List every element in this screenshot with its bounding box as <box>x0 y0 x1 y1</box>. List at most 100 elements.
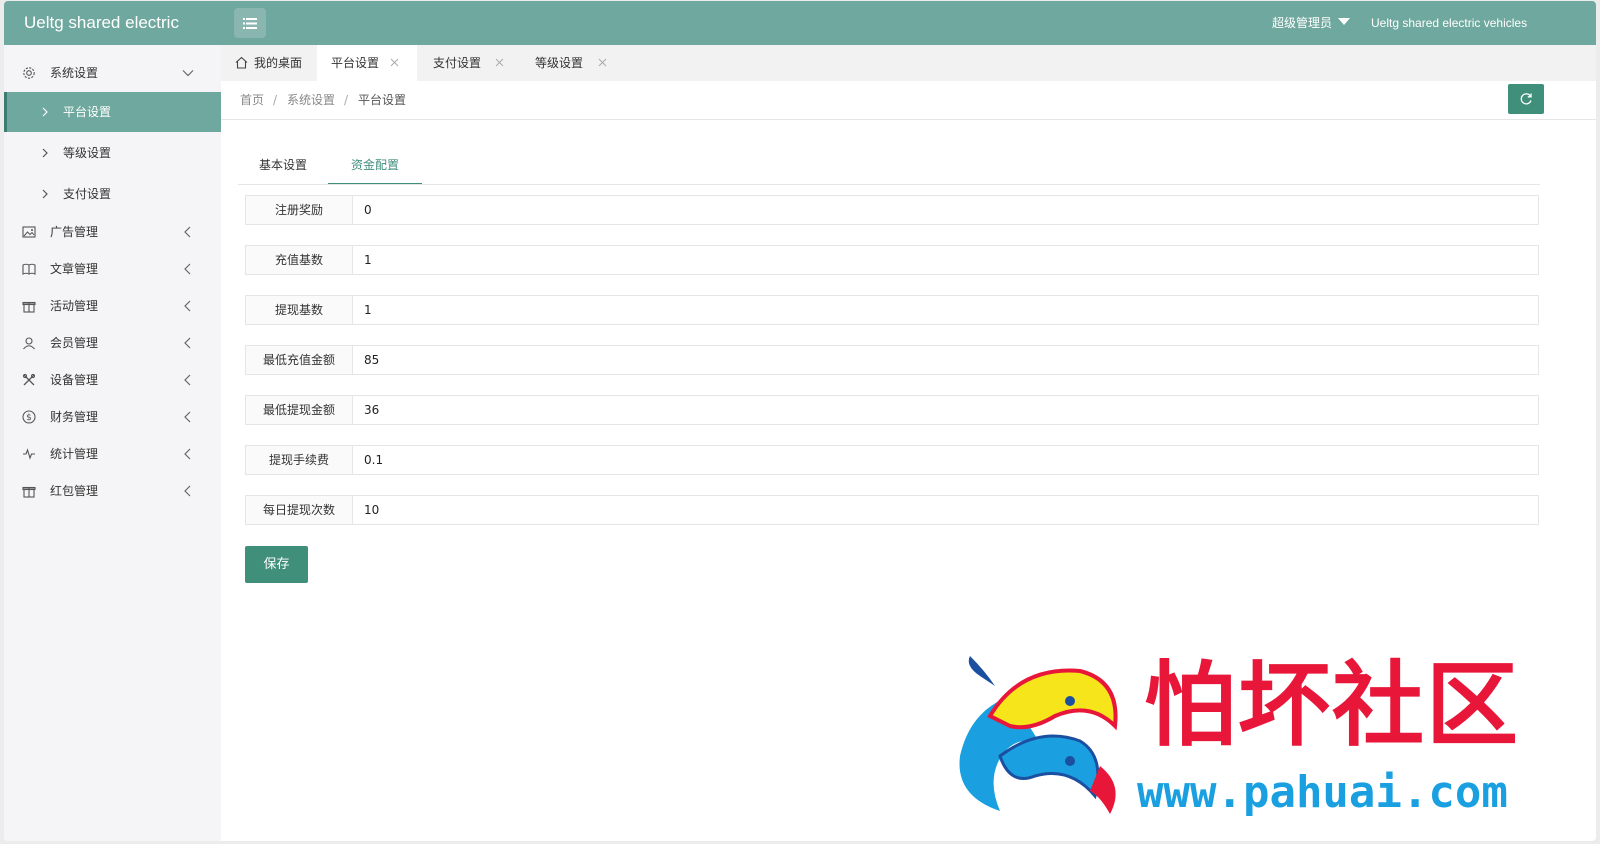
form-row-withdraw-base: 提现基数 <box>245 295 1539 325</box>
sidebar-item-level-settings[interactable]: 等级设置 <box>4 133 221 173</box>
sidebar-group-label: 红包管理 <box>50 484 99 498</box>
user-role-label: 超级管理员 <box>1272 16 1333 30</box>
field-label: 提现手续费 <box>246 446 353 474</box>
top-bar: Ueltg shared electric 超级管理员 Ueltg shared… <box>4 1 1596 45</box>
sidebar-group-label: 财务管理 <box>50 410 99 424</box>
sidebar-group-label: 设备管理 <box>50 373 99 387</box>
field-label: 充值基数 <box>246 246 353 274</box>
withdraw-base-input[interactable] <box>354 296 1538 324</box>
sidebar-group-label: 系统设置 <box>50 66 99 80</box>
sidebar-group-finance-management[interactable]: $ 财务管理 <box>4 399 221 436</box>
field-label: 每日提现次数 <box>246 496 353 524</box>
sidebar: 系统设置 平台设置 等级设置 支付设置 广告管理 文章管理 活动管理 会员管理 … <box>4 45 221 841</box>
breadcrumb-separator: / <box>344 93 349 107</box>
field-label: 最低充值金额 <box>246 346 353 374</box>
field-label: 最低提现金额 <box>246 396 353 424</box>
tab-platform-settings[interactable]: 平台设置 <box>317 45 417 81</box>
min-withdraw-input[interactable] <box>354 396 1538 424</box>
daily-withdraw-count-input[interactable] <box>354 496 1538 524</box>
tab-label: 支付设置 <box>433 56 482 70</box>
gift-icon <box>22 486 36 498</box>
caret-down-icon <box>1338 18 1351 25</box>
breadcrumb-current: 平台设置 <box>358 93 407 107</box>
close-icon[interactable] <box>598 58 607 67</box>
chevron-left-icon <box>184 448 191 460</box>
watermark-url: www.pahuai.com <box>1137 767 1508 818</box>
chevron-left-icon <box>184 226 191 238</box>
chevron-right-icon <box>42 107 48 117</box>
sidebar-group-label: 广告管理 <box>50 225 99 239</box>
sidebar-group-label: 活动管理 <box>50 299 99 313</box>
chevron-right-icon <box>42 148 48 158</box>
tab-label: 等级设置 <box>535 56 584 70</box>
sidebar-item-platform-settings[interactable]: 平台设置 <box>4 92 221 132</box>
sidebar-group-ad-management[interactable]: 广告管理 <box>4 214 221 251</box>
brand-title: Ueltg shared electric <box>24 13 179 32</box>
close-icon[interactable] <box>495 58 504 67</box>
tab-my-desktop[interactable]: 我的桌面 <box>221 45 317 81</box>
pulse-icon <box>23 448 35 460</box>
sidebar-group-red-packet-management[interactable]: 红包管理 <box>4 473 221 510</box>
sidebar-group-device-management[interactable]: 设备管理 <box>4 362 221 399</box>
sidebar-group-statistics-management[interactable]: 统计管理 <box>4 436 221 473</box>
image-icon <box>22 226 36 238</box>
sidebar-item-label: 等级设置 <box>63 146 112 160</box>
form-row-withdraw-fee: 提现手续费 <box>245 445 1539 475</box>
chevron-left-icon <box>184 300 191 312</box>
withdraw-fee-input[interactable] <box>354 446 1538 474</box>
tab-label: 平台设置 <box>331 56 380 70</box>
field-label: 注册奖励 <box>246 196 353 224</box>
sidebar-group-label: 文章管理 <box>50 262 99 276</box>
menu-toggle-button[interactable] <box>234 8 266 38</box>
refresh-button[interactable] <box>1508 84 1544 114</box>
tab-level-settings[interactable]: 等级设置 <box>521 45 621 81</box>
user-icon <box>23 337 35 350</box>
sidebar-item-payment-settings[interactable]: 支付设置 <box>4 174 221 214</box>
form-row-min-withdraw: 最低提现金额 <box>245 395 1539 425</box>
tools-icon <box>22 373 36 386</box>
save-button[interactable]: 保存 <box>245 546 308 583</box>
sidebar-group-activity-management[interactable]: 活动管理 <box>4 288 221 325</box>
home-icon <box>235 56 248 69</box>
sidebar-group-article-management[interactable]: 文章管理 <box>4 251 221 288</box>
chevron-left-icon <box>184 485 191 497</box>
chevron-left-icon <box>184 411 191 423</box>
hamburger-icon <box>243 17 257 29</box>
breadcrumb-separator: / <box>273 93 278 107</box>
chevron-left-icon <box>184 337 191 349</box>
app-window: Ueltg shared electric 超级管理员 Ueltg shared… <box>4 1 1596 841</box>
recharge-base-input[interactable] <box>354 246 1538 274</box>
form-row-recharge-base: 充值基数 <box>245 245 1539 275</box>
breadcrumb-home[interactable]: 首页 <box>240 81 264 119</box>
chevron-left-icon <box>184 263 191 275</box>
sidebar-group-system-settings[interactable]: 系统设置 <box>4 55 221 92</box>
site-name-link[interactable]: Ueltg shared electric vehicles <box>1371 1 1527 45</box>
sidebar-item-label: 平台设置 <box>63 105 112 119</box>
dollar-icon: $ <box>22 410 36 424</box>
form-row-register-reward: 注册奖励 <box>245 195 1539 225</box>
field-label: 提现基数 <box>246 296 353 324</box>
chevron-down-icon <box>182 70 194 77</box>
min-recharge-input[interactable] <box>354 346 1538 374</box>
watermark-fish-logo <box>959 656 1118 814</box>
refresh-icon <box>1520 93 1532 105</box>
watermark-title: 怕坏社区 <box>1144 652 1521 759</box>
sidebar-group-label: 会员管理 <box>50 336 99 350</box>
tab-payment-settings[interactable]: 支付设置 <box>419 45 519 81</box>
svg-text:$: $ <box>26 413 32 423</box>
tab-basic-settings[interactable]: 基本设置 <box>238 145 328 185</box>
close-icon[interactable] <box>390 58 399 67</box>
gear-icon <box>23 67 35 79</box>
tab-fund-config[interactable]: 资金配置 <box>328 145 422 185</box>
breadcrumb-system-settings[interactable]: 系统设置 <box>287 81 335 119</box>
sidebar-item-label: 支付设置 <box>63 187 112 201</box>
chevron-left-icon <box>184 374 191 386</box>
tab-divider <box>238 184 1540 185</box>
register-reward-input[interactable] <box>354 196 1538 224</box>
form-row-min-recharge: 最低充值金额 <box>245 345 1539 375</box>
form-row-daily-withdraw-count: 每日提现次数 <box>245 495 1539 525</box>
sidebar-group-member-management[interactable]: 会员管理 <box>4 325 221 362</box>
tab-strip: 我的桌面 平台设置 支付设置 等级设置 <box>221 45 1596 81</box>
gift-icon <box>22 301 36 313</box>
user-menu[interactable]: 超级管理员 <box>1272 1 1351 45</box>
